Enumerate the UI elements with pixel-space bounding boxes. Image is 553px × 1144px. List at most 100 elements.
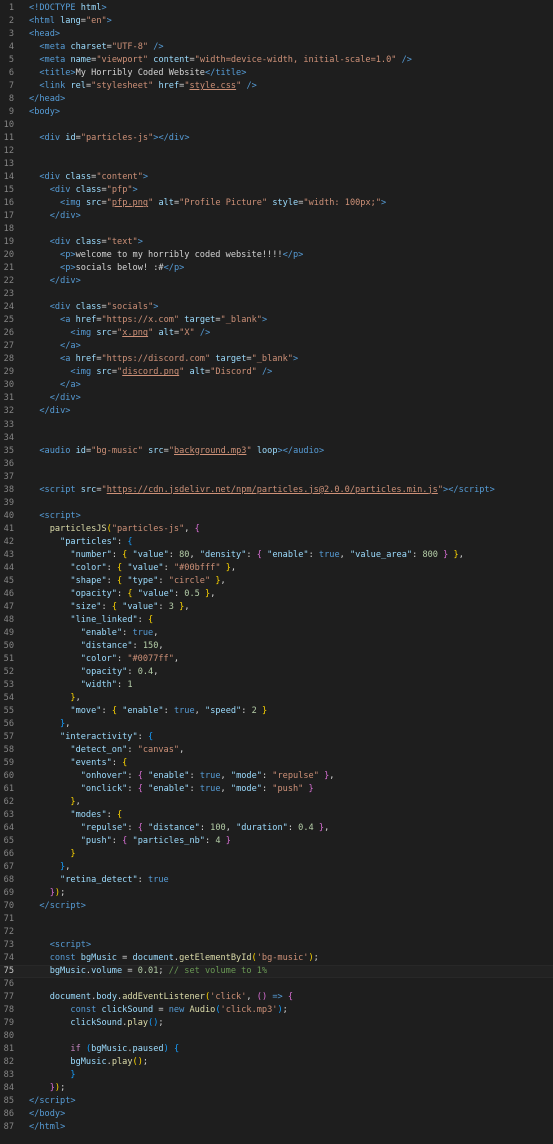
line-code[interactable]: "distance": 150, bbox=[29, 640, 164, 653]
code-line[interactable]: 27 </a> bbox=[0, 340, 553, 353]
line-code[interactable]: "color": { "value": "#00bfff" }, bbox=[29, 562, 236, 575]
line-code[interactable]: <img src="x.png" alt="X" /> bbox=[29, 327, 210, 340]
code-line[interactable]: 15 <div class="pfp"> bbox=[0, 184, 553, 197]
line-code[interactable]: "particles": { bbox=[29, 536, 132, 549]
line-code[interactable]: <html lang="en"> bbox=[29, 15, 112, 28]
line-code[interactable]: <body> bbox=[29, 106, 60, 119]
line-code[interactable]: <div class="content"> bbox=[29, 171, 148, 184]
line-code[interactable]: </div> bbox=[29, 210, 81, 223]
code-line[interactable]: 85 </script> bbox=[0, 1095, 553, 1108]
code-line[interactable]: 18 bbox=[0, 223, 553, 236]
line-code[interactable]: <div class="text"> bbox=[29, 236, 143, 249]
line-code[interactable]: }, bbox=[29, 796, 80, 809]
code-line[interactable]: 82 bgMusic.play(); bbox=[0, 1056, 553, 1069]
line-code[interactable]: const bgMusic = document.getElementById(… bbox=[29, 952, 319, 965]
line-code[interactable]: <script src="https://cdn.jsdelivr.net/np… bbox=[29, 484, 494, 497]
line-code[interactable]: }); bbox=[29, 887, 66, 900]
line-code[interactable]: "enable": true, bbox=[29, 627, 159, 640]
code-line[interactable]: 12 bbox=[0, 145, 553, 158]
code-line[interactable]: 54 }, bbox=[0, 692, 553, 705]
line-code[interactable]: <div id="particles-js"></div> bbox=[29, 132, 189, 145]
line-code[interactable]: bgMusic.play(); bbox=[29, 1056, 148, 1069]
line-code[interactable]: "modes": { bbox=[29, 809, 122, 822]
line-code[interactable]: </script> bbox=[29, 900, 86, 913]
code-line[interactable]: 16 <img src="pfp.png" alt="Profile Pictu… bbox=[0, 197, 553, 210]
line-code[interactable]: <img src="pfp.png" alt="Profile Picture"… bbox=[29, 197, 386, 210]
line-code[interactable]: <div class="pfp"> bbox=[29, 184, 138, 197]
code-line[interactable]: 4 <meta charset="UTF-8" /> bbox=[0, 41, 553, 54]
code-line[interactable]: 71 bbox=[0, 913, 553, 926]
code-line[interactable]: 69 }); bbox=[0, 887, 553, 900]
code-line[interactable]: 23 bbox=[0, 288, 553, 301]
line-code[interactable]: } bbox=[29, 1069, 75, 1082]
code-line[interactable]: 75 bgMusic.volume = 0.01; // set volume … bbox=[0, 965, 553, 979]
line-code[interactable]: <script> bbox=[29, 510, 80, 523]
code-line[interactable]: 24 <div class="socials"> bbox=[0, 301, 553, 314]
line-code[interactable]: <p>socials below! :#</p> bbox=[29, 262, 184, 275]
code-line[interactable]: 86 </body> bbox=[0, 1108, 553, 1121]
line-code[interactable]: "line_linked": { bbox=[29, 614, 153, 627]
line-code[interactable]: clickSound.play(); bbox=[29, 1017, 163, 1030]
code-line[interactable]: 49 "enable": true, bbox=[0, 627, 553, 640]
line-code[interactable]: <meta name="viewport" content="width=dev… bbox=[29, 54, 412, 67]
code-line[interactable]: 70 </script> bbox=[0, 900, 553, 913]
code-line[interactable]: 76 bbox=[0, 978, 553, 991]
line-code[interactable]: "detect_on": "canvas", bbox=[29, 744, 184, 757]
code-line[interactable]: 60 "onhover": { "enable": true, "mode": … bbox=[0, 770, 553, 783]
code-line[interactable]: 51 "color": "#0077ff", bbox=[0, 653, 553, 666]
code-line[interactable]: 50 "distance": 150, bbox=[0, 640, 553, 653]
code-line[interactable]: 9 <body> bbox=[0, 106, 553, 119]
code-line[interactable]: 83 } bbox=[0, 1069, 553, 1082]
line-code[interactable]: <link rel="stylesheet" href="style.css" … bbox=[29, 80, 256, 93]
code-line[interactable]: 40 <script> bbox=[0, 510, 553, 523]
code-line[interactable]: 37 bbox=[0, 471, 553, 484]
line-code[interactable]: if (bgMusic.paused) { bbox=[29, 1043, 179, 1056]
line-code[interactable]: }, bbox=[29, 692, 80, 705]
code-line[interactable]: 35 <audio id="bg-music" src="background.… bbox=[0, 445, 553, 458]
code-line[interactable]: 66 } bbox=[0, 848, 553, 861]
code-line[interactable]: 43 "number": { "value": 80, "density": {… bbox=[0, 549, 553, 562]
code-line[interactable]: 11 <div id="particles-js"></div> bbox=[0, 132, 553, 145]
code-line[interactable]: 61 "onclick": { "enable": true, "mode": … bbox=[0, 783, 553, 796]
code-line[interactable]: 84 }); bbox=[0, 1082, 553, 1095]
code-line[interactable]: 64 "repulse": { "distance": 100, "durati… bbox=[0, 822, 553, 835]
code-line[interactable]: 31 </div> bbox=[0, 392, 553, 405]
code-line[interactable]: 56 }, bbox=[0, 718, 553, 731]
code-line[interactable]: 1 <!DOCTYPE html> bbox=[0, 2, 553, 15]
line-code[interactable]: "opacity": { "value": 0.5 }, bbox=[29, 588, 215, 601]
code-line[interactable]: 53 "width": 1 bbox=[0, 679, 553, 692]
line-code[interactable]: <p>welcome to my horribly coded website!… bbox=[29, 249, 303, 262]
line-code[interactable]: }, bbox=[29, 718, 70, 731]
code-line[interactable]: 44 "color": { "value": "#00bfff" }, bbox=[0, 562, 553, 575]
code-line[interactable]: 58 "detect_on": "canvas", bbox=[0, 744, 553, 757]
code-line[interactable]: 59 "events": { bbox=[0, 757, 553, 770]
line-code[interactable]: document.body.addEventListener('click', … bbox=[29, 991, 293, 1004]
line-code[interactable]: "repulse": { "distance": 100, "duration"… bbox=[29, 822, 330, 835]
line-code[interactable]: <title>My Horribly Coded Website</title> bbox=[29, 67, 246, 80]
line-code[interactable]: <head> bbox=[29, 28, 60, 41]
code-line[interactable]: 2 <html lang="en"> bbox=[0, 15, 553, 28]
line-code[interactable]: "size": { "value": 3 }, bbox=[29, 601, 189, 614]
code-line[interactable]: 68 "retina_detect": true bbox=[0, 874, 553, 887]
code-line[interactable]: 26 <img src="x.png" alt="X" /> bbox=[0, 327, 553, 340]
line-code[interactable]: "width": 1 bbox=[29, 679, 133, 692]
code-line[interactable]: 42 "particles": { bbox=[0, 536, 553, 549]
line-code[interactable]: </body> bbox=[29, 1108, 65, 1121]
code-line[interactable]: 65 "push": { "particles_nb": 4 } bbox=[0, 835, 553, 848]
line-code[interactable]: </html> bbox=[29, 1121, 65, 1134]
line-code[interactable]: const clickSound = new Audio('click.mp3'… bbox=[29, 1004, 287, 1017]
code-line[interactable]: 29 <img src="discord.png" alt="Discord" … bbox=[0, 366, 553, 379]
code-line[interactable]: 36 bbox=[0, 458, 553, 471]
line-code[interactable]: "events": { bbox=[29, 757, 127, 770]
code-line[interactable]: 28 <a href="https://discord.com" target=… bbox=[0, 353, 553, 366]
line-code[interactable]: }); bbox=[29, 1082, 66, 1095]
code-line[interactable]: 81 if (bgMusic.paused) { bbox=[0, 1043, 553, 1056]
line-code[interactable]: </script> bbox=[29, 1095, 76, 1108]
line-code[interactable]: </div> bbox=[29, 392, 81, 405]
code-line[interactable]: 22 </div> bbox=[0, 275, 553, 288]
code-line[interactable]: 46 "opacity": { "value": 0.5 }, bbox=[0, 588, 553, 601]
line-code[interactable]: particlesJS("particles-js", { bbox=[29, 523, 200, 536]
code-line[interactable]: 62 }, bbox=[0, 796, 553, 809]
code-line[interactable]: 10 bbox=[0, 119, 553, 132]
line-code[interactable]: "retina_detect": true bbox=[29, 874, 169, 887]
